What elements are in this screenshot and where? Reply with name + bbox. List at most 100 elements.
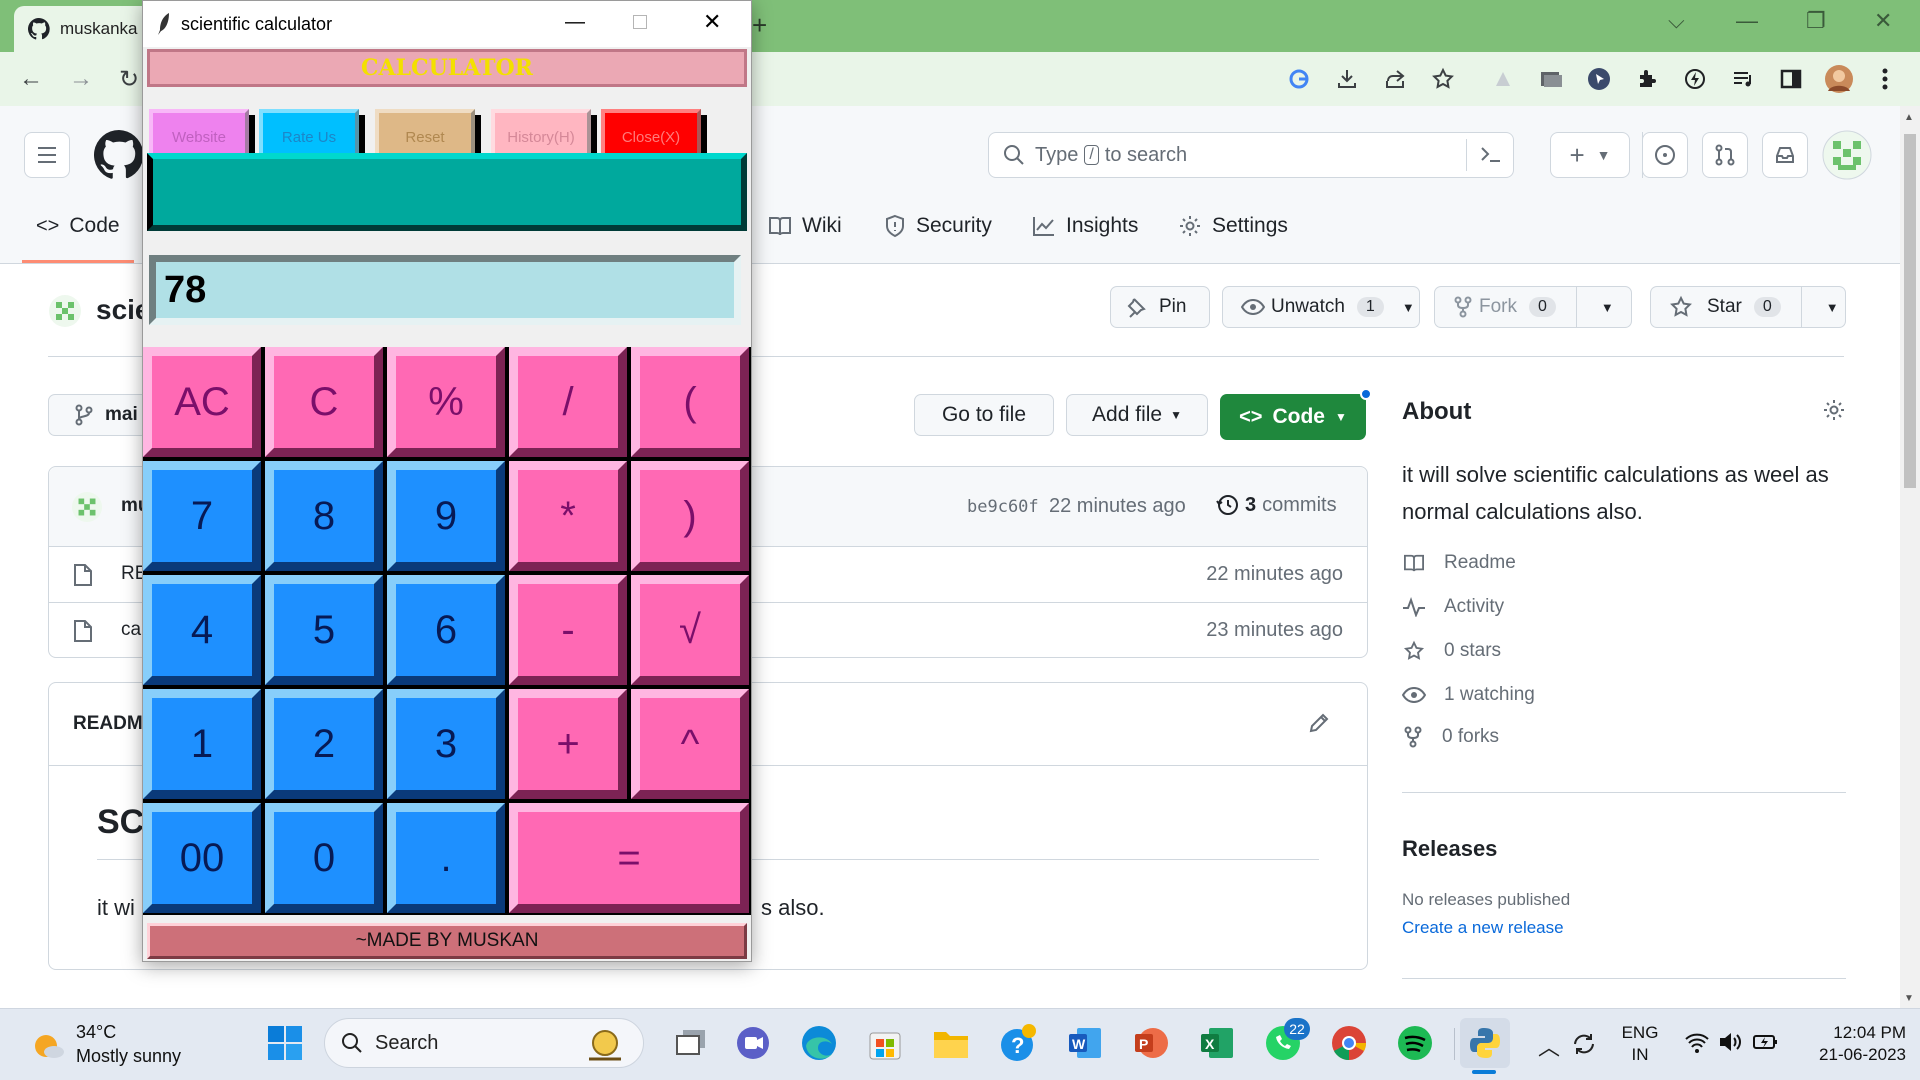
- key-power[interactable]: ^: [631, 689, 749, 799]
- python-app-icon[interactable]: [1460, 1018, 1510, 1068]
- key-sqrt[interactable]: √: [631, 575, 749, 685]
- edit-pencil-icon[interactable]: [1307, 711, 1331, 735]
- issues-icon[interactable]: [1642, 132, 1688, 178]
- user-avatar[interactable]: [1822, 130, 1872, 180]
- key-decimal[interactable]: .: [387, 803, 505, 913]
- stars-link[interactable]: 0 stars: [1402, 640, 1501, 662]
- task-view-icon[interactable]: [670, 1022, 712, 1064]
- pull-requests-icon[interactable]: [1702, 132, 1748, 178]
- restore-window-icon[interactable]: ❐: [1806, 8, 1826, 34]
- forward-icon[interactable]: →: [64, 62, 98, 96]
- github-logo-icon[interactable]: [94, 130, 144, 180]
- calc-maximize-icon[interactable]: [633, 15, 647, 29]
- key-clear[interactable]: C: [265, 347, 383, 457]
- file-explorer-icon[interactable]: [930, 1022, 972, 1064]
- install-app-icon[interactable]: [1332, 64, 1362, 94]
- help-app-icon[interactable]: ?: [998, 1022, 1040, 1064]
- tab-security[interactable]: Security: [884, 214, 992, 238]
- bookmark-star-icon[interactable]: [1428, 64, 1458, 94]
- reload-icon[interactable]: ↻: [112, 62, 146, 96]
- side-panel-icon[interactable]: [1776, 64, 1806, 94]
- forks-link[interactable]: 0 forks: [1402, 726, 1499, 748]
- media-queue-icon[interactable]: [1728, 64, 1758, 94]
- key-4[interactable]: 4: [143, 575, 261, 685]
- wifi-icon[interactable]: [1684, 1030, 1710, 1054]
- key-multiply[interactable]: *: [509, 461, 627, 571]
- share-icon[interactable]: [1380, 64, 1410, 94]
- extension-bolt-icon[interactable]: [1680, 64, 1710, 94]
- key-divide[interactable]: /: [509, 347, 627, 457]
- taskbar-search[interactable]: Search: [324, 1018, 644, 1068]
- branch-selector[interactable]: mai: [48, 394, 148, 436]
- key-9[interactable]: 9: [387, 461, 505, 571]
- weather-temp[interactable]: 34°C: [76, 1022, 116, 1043]
- code-download-button[interactable]: <> Code ▼: [1220, 394, 1366, 440]
- excel-app-icon[interactable]: X: [1196, 1022, 1238, 1064]
- create-release-link[interactable]: Create a new release: [1402, 918, 1564, 938]
- back-icon[interactable]: ←: [14, 62, 48, 96]
- spotify-app-icon[interactable]: [1394, 1022, 1436, 1064]
- edge-browser-icon[interactable]: [798, 1022, 840, 1064]
- key-5[interactable]: 5: [265, 575, 383, 685]
- commit-hash[interactable]: be9c60f: [967, 497, 1039, 517]
- pin-button[interactable]: Pin: [1110, 286, 1210, 328]
- page-scrollbar[interactable]: ▲ ▼: [1900, 106, 1920, 1008]
- weather-desc[interactable]: Mostly sunny: [76, 1046, 181, 1067]
- extensions-puzzle-icon[interactable]: [1632, 64, 1662, 94]
- go-to-file-button[interactable]: Go to file: [914, 394, 1054, 436]
- key-3[interactable]: 3: [387, 689, 505, 799]
- clock[interactable]: 12:04 PM 21-06-2023: [1796, 1022, 1906, 1066]
- word-app-icon[interactable]: W: [1064, 1022, 1106, 1064]
- start-windows-icon[interactable]: [264, 1022, 306, 1064]
- extension-cursor-icon[interactable]: [1584, 64, 1614, 94]
- star-button[interactable]: Star 0 ▼: [1650, 286, 1846, 328]
- key-ac[interactable]: AC: [143, 347, 261, 457]
- calc-close-icon[interactable]: ✕: [703, 9, 721, 35]
- microsoft-store-icon[interactable]: [864, 1022, 906, 1064]
- create-new-button[interactable]: + ▼: [1550, 132, 1630, 178]
- calculator-display[interactable]: 78: [149, 255, 741, 325]
- tab-insights[interactable]: Insights: [1032, 214, 1138, 238]
- add-file-button[interactable]: Add file ▼: [1066, 394, 1208, 436]
- github-search-input[interactable]: Type / to search: [988, 132, 1514, 178]
- key-6[interactable]: 6: [387, 575, 505, 685]
- key-left-paren[interactable]: (: [631, 347, 749, 457]
- chrome-app-icon[interactable]: [1328, 1022, 1370, 1064]
- hamburger-menu-icon[interactable]: [24, 132, 70, 178]
- extension-folder-icon[interactable]: [1536, 64, 1566, 94]
- key-8[interactable]: 8: [265, 461, 383, 571]
- about-settings-gear-icon[interactable]: [1822, 398, 1846, 422]
- key-right-paren[interactable]: ): [631, 461, 749, 571]
- fork-button[interactable]: Fork 0 ▼: [1434, 286, 1632, 328]
- scrollbar-thumb[interactable]: [1904, 134, 1916, 488]
- key-percent[interactable]: %: [387, 347, 505, 457]
- key-1[interactable]: 1: [143, 689, 261, 799]
- key-plus[interactable]: +: [509, 689, 627, 799]
- key-0[interactable]: 0: [265, 803, 383, 913]
- google-icon[interactable]: [1284, 64, 1314, 94]
- close-window-icon[interactable]: ✕: [1874, 8, 1892, 34]
- releases-title[interactable]: Releases: [1402, 836, 1497, 862]
- tab-wiki[interactable]: Wiki: [768, 214, 842, 238]
- new-tab-button[interactable]: +: [752, 10, 767, 41]
- calculator-titlebar[interactable]: scientific calculator — ✕: [143, 1, 751, 47]
- battery-charging-icon[interactable]: [1752, 1030, 1780, 1054]
- minimize-window-icon[interactable]: —: [1736, 8, 1758, 34]
- tab-settings[interactable]: Settings: [1178, 214, 1288, 238]
- teams-chat-icon[interactable]: [732, 1022, 774, 1064]
- key-2[interactable]: 2: [265, 689, 383, 799]
- commits-link[interactable]: 3 commits: [1215, 493, 1337, 517]
- browser-tab[interactable]: muskanka: [14, 6, 154, 52]
- tab-search-chevron-icon[interactable]: ⌵: [1668, 8, 1685, 34]
- activity-link[interactable]: Activity: [1402, 596, 1504, 618]
- watching-link[interactable]: 1 watching: [1402, 684, 1535, 706]
- key-00[interactable]: 00: [143, 803, 261, 913]
- key-7[interactable]: 7: [143, 461, 261, 571]
- browser-menu-icon[interactable]: [1870, 64, 1900, 94]
- key-minus[interactable]: -: [509, 575, 627, 685]
- file-name[interactable]: ca: [121, 619, 141, 641]
- language-indicator[interactable]: ENG IN: [1620, 1022, 1660, 1066]
- sync-icon[interactable]: [1570, 1030, 1598, 1058]
- powerpoint-app-icon[interactable]: P: [1130, 1022, 1172, 1064]
- volume-icon[interactable]: [1718, 1030, 1744, 1054]
